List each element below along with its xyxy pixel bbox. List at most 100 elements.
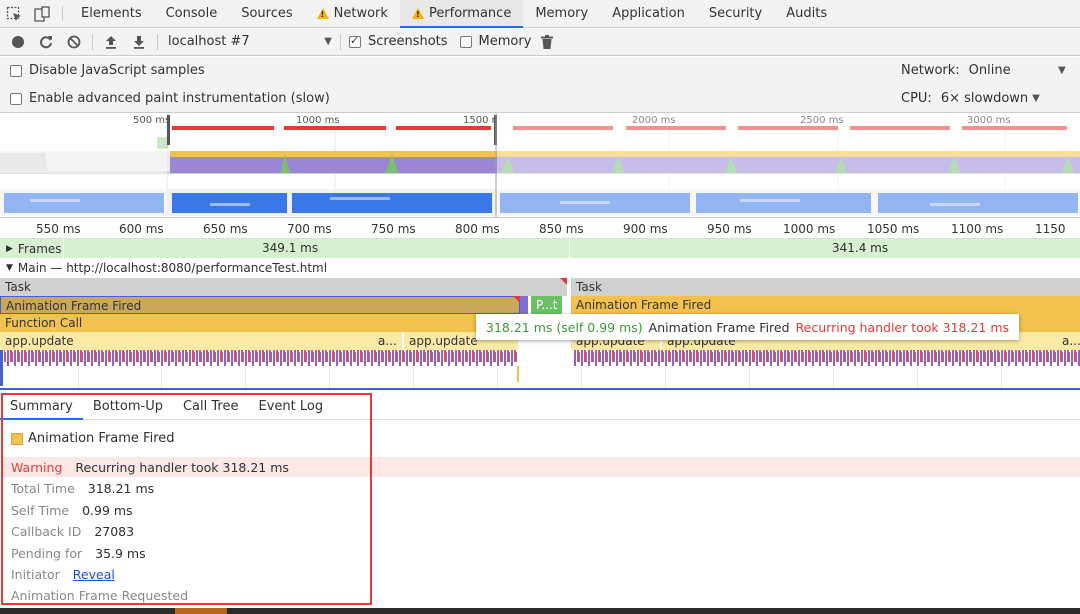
device-toolbar-button[interactable]: [28, 0, 56, 27]
save-profile-button[interactable]: [125, 28, 153, 56]
taskbar-strip: [0, 608, 1080, 614]
tab-label: Summary: [10, 398, 73, 414]
warning-icon: !: [316, 8, 329, 19]
animation-frame-bar[interactable]: Animation Frame Fired: [571, 296, 1080, 314]
warning-text: Recurring handler took 318.21 ms: [75, 460, 289, 475]
ruler-tick: 550 ms: [36, 222, 81, 236]
screenshots-label: Screenshots: [368, 34, 448, 49]
reveal-link[interactable]: Reveal: [73, 567, 115, 582]
tab-memory[interactable]: Memory: [523, 0, 600, 27]
tab-bottom-up[interactable]: Bottom-Up: [83, 393, 173, 419]
advanced-paint-checkbox[interactable]: Enable advanced paint instrumentation (s…: [10, 91, 330, 106]
tab-application[interactable]: Application: [600, 0, 697, 27]
ruler-tick: 900 ms: [623, 222, 668, 236]
animation-frame-label: Animation Frame Fired: [6, 299, 142, 313]
main-thread-header[interactable]: ▼ Main — http://localhost:8080/performan…: [0, 258, 1080, 278]
tab-security[interactable]: Security: [697, 0, 774, 27]
devtools-tab-bar: Elements Console Sources ! Network ! Per…: [0, 0, 1080, 28]
ruler-tick: 1000 ms: [783, 222, 836, 236]
tab-sources[interactable]: Sources: [229, 0, 304, 27]
profile-select[interactable]: localhost #7 ▼: [162, 34, 332, 49]
main-thread-url: Main — http://localhost:8080/performance…: [17, 261, 328, 275]
trash-icon: [541, 34, 554, 49]
task-bar[interactable]: Task: [571, 278, 1080, 296]
frames-label: Frames: [17, 241, 62, 256]
app-update-label: app.update: [409, 334, 478, 348]
tab-summary[interactable]: Summary: [0, 393, 83, 420]
function-call-label: Function Call: [5, 316, 83, 330]
app-update-bar[interactable]: app.update: [0, 332, 402, 350]
event-tooltip: 318.21 ms (self 0.99 ms) Animation Frame…: [476, 314, 1020, 340]
task-label: Task: [576, 280, 602, 294]
summary-event-name: Animation Frame Fired: [28, 431, 175, 446]
summary-initiator-row: Initiator Reveal: [11, 567, 115, 582]
network-label: Network:: [901, 63, 960, 78]
tab-label: Network: [333, 6, 388, 21]
performance-toolbar: localhost #7 ▼ Screenshots Memory: [0, 28, 1080, 56]
animation-frame-bar-selected[interactable]: Animation Frame Fired: [0, 296, 520, 314]
screenshots-checkbox[interactable]: Screenshots: [349, 34, 448, 49]
frame-duration[interactable]: 349.1 ms: [262, 241, 318, 255]
checkbox-unchecked[interactable]: [10, 64, 22, 77]
tab-event-log[interactable]: Event Log: [248, 393, 333, 419]
tab-call-tree[interactable]: Call Tree: [173, 393, 249, 419]
ruler-tick: 650 ms: [203, 222, 248, 236]
initiator-label: Initiator: [11, 567, 60, 582]
time-ruler: 550 ms 600 ms 650 ms 700 ms 750 ms 800 m…: [0, 219, 1080, 250]
tab-network[interactable]: ! Network: [305, 0, 400, 27]
tab-performance[interactable]: ! Performance: [399, 0, 524, 28]
clear-button[interactable]: [60, 28, 88, 56]
paint-bar[interactable]: P...t: [531, 296, 562, 314]
reload-record-button[interactable]: [32, 28, 60, 56]
checkbox-unchecked[interactable]: [459, 35, 472, 48]
dropdown-arrow-icon: ▼: [1057, 65, 1066, 76]
overview-tick: 2500 ms: [800, 115, 844, 126]
main-thread-title: ▼ Main — http://localhost:8080/performan…: [6, 261, 327, 275]
overview-tick: 2000 ms: [632, 115, 676, 126]
summary-callback-id-row: Callback ID 27083: [11, 524, 134, 539]
tab-label: Memory: [535, 6, 589, 21]
record-button[interactable]: [4, 28, 32, 56]
overview-graph: [0, 113, 1080, 217]
download-icon: [134, 35, 144, 49]
self-time-value: 0.99 ms: [82, 503, 133, 518]
checkbox-unchecked[interactable]: [10, 92, 22, 105]
callback-id-label: Callback ID: [11, 524, 82, 539]
task-bar[interactable]: Task: [0, 278, 567, 296]
frame-divider: [569, 239, 570, 258]
tab-console[interactable]: Console: [154, 0, 230, 27]
load-profile-button[interactable]: [97, 28, 125, 56]
reload-icon: [40, 35, 52, 48]
frames-track[interactable]: ▶ Frames 349.1 ms 341.4 ms: [0, 239, 1080, 258]
memory-label: Memory: [478, 34, 532, 49]
frame-duration[interactable]: 341.4 ms: [832, 241, 888, 255]
timeline-overview[interactable]: 500 ms 1000 ms 1500 r 2000 ms 2500 ms 30…: [0, 113, 1080, 218]
cpu-select[interactable]: 6× slowdown ▼: [941, 91, 1040, 106]
checkbox-checked[interactable]: [349, 34, 361, 48]
details-tab-bar: Summary Bottom-Up Call Tree Event Log: [0, 393, 1080, 420]
capture-settings-panel: Disable JavaScript samples Enable advanc…: [0, 57, 1080, 113]
summary-title: Animation Frame Fired: [11, 431, 175, 446]
ruler-tick: 1050 ms: [867, 222, 920, 236]
network-select[interactable]: Online ▼: [969, 63, 1066, 78]
tab-label: Console: [165, 6, 218, 21]
function-call-bar[interactable]: Function Call: [0, 314, 520, 332]
tab-label: Bottom-Up: [92, 398, 163, 414]
frames-track-header[interactable]: ▶ Frames: [6, 239, 62, 258]
tab-elements[interactable]: Elements: [69, 0, 154, 27]
tab-label: Audits: [786, 6, 828, 21]
device-mode-icon: [34, 5, 50, 22]
tab-label: Security: [708, 6, 763, 21]
tooltip-event-name: Animation Frame Fired: [648, 319, 790, 335]
purple-event-bar[interactable]: [520, 296, 528, 314]
disable-js-samples-checkbox[interactable]: Disable JavaScript samples: [10, 63, 205, 78]
inspect-element-button[interactable]: [0, 0, 28, 27]
task-label: Task: [5, 280, 31, 294]
collect-garbage-button[interactable]: [533, 28, 561, 56]
overview-tick: 1000 ms: [296, 115, 340, 126]
overview-tick: 3000 ms: [967, 115, 1011, 126]
memory-checkbox[interactable]: Memory: [459, 34, 532, 49]
tab-audits[interactable]: Audits: [774, 0, 839, 27]
tab-label: Elements: [81, 6, 142, 21]
tooltip-warning: Recurring handler took 318.21 ms: [795, 319, 1010, 335]
